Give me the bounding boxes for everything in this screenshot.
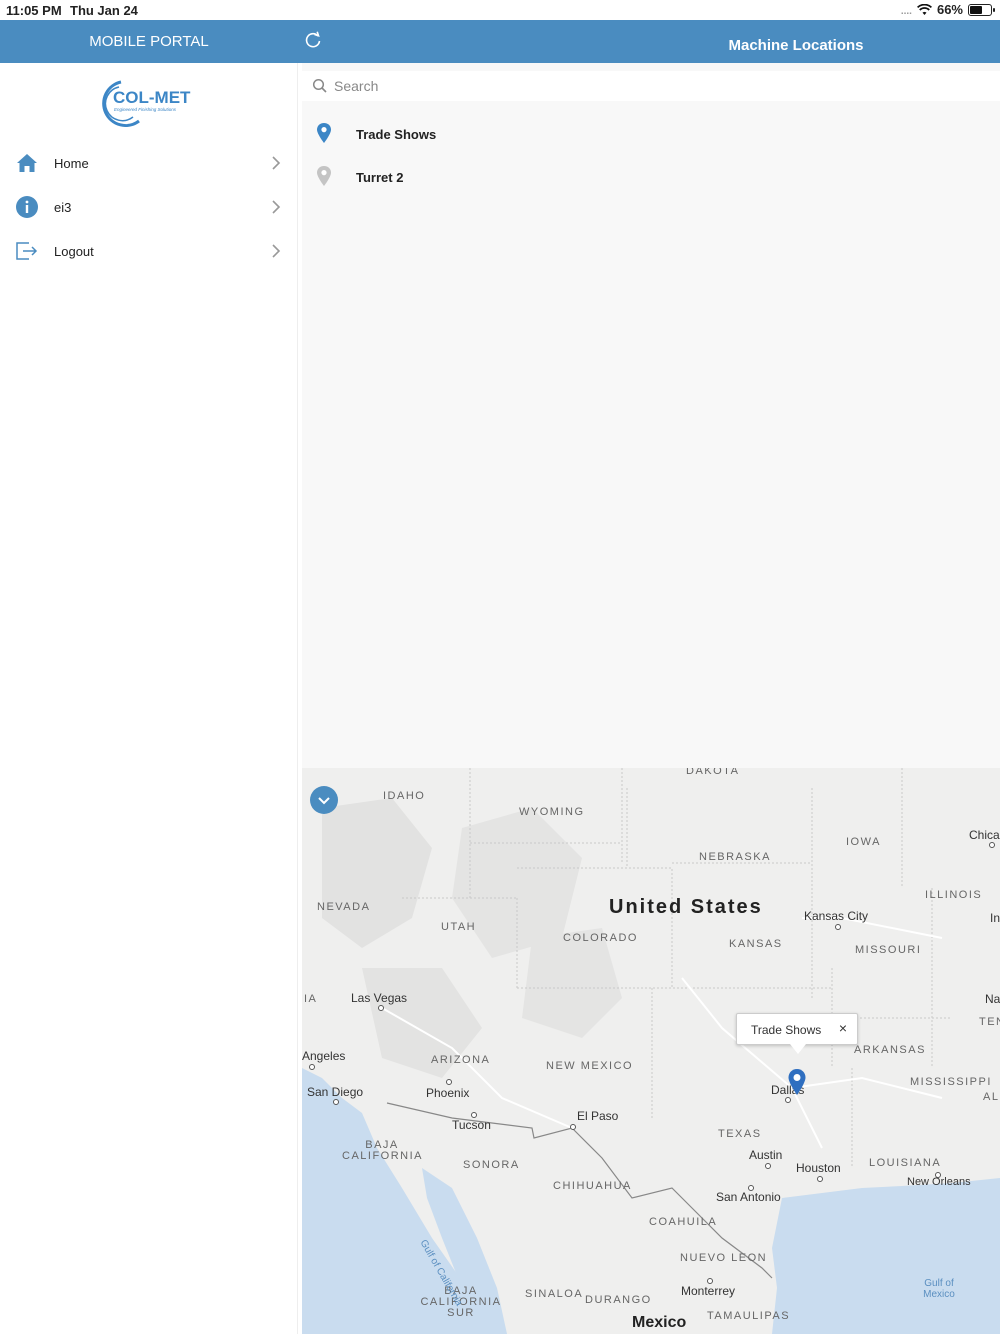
map-label-city: New Orleans — [907, 1176, 971, 1188]
map-label-state: LOUISIANA — [869, 1157, 942, 1169]
menu-item-logout[interactable]: Logout — [0, 229, 298, 273]
map-label-city: Kansas City — [804, 909, 869, 923]
map-label-state: WYOMING — [519, 806, 585, 818]
portal-title: MOBILE PORTAL — [89, 33, 209, 50]
close-icon[interactable]: × — [839, 1020, 847, 1036]
map-label-state: NEBRASKA — [699, 851, 771, 863]
map-label-water: Gulf of Mexico — [923, 1278, 955, 1300]
map-label-state: KANSAS — [729, 938, 783, 950]
search-icon — [312, 78, 327, 93]
map-callout[interactable]: Trade Shows × — [736, 1013, 858, 1054]
battery-percent: 66% — [936, 2, 963, 17]
svg-text:COL-MET: COL-MET — [113, 88, 191, 107]
search-input[interactable] — [334, 75, 934, 97]
status-time: 11:05 PM — [6, 3, 62, 18]
map-label-state: DAKOTA — [686, 768, 740, 777]
map-label-city: Monterrey — [681, 1284, 736, 1298]
map-label-state: SONORA — [463, 1159, 520, 1171]
map-label-state: IOWA — [846, 836, 881, 848]
map-label-city: Chica — [969, 828, 1000, 842]
map-label-state: MISSISSIPPI — [910, 1076, 992, 1088]
collapse-map-button[interactable] — [310, 786, 338, 814]
map-label-state: IA — [304, 993, 318, 1005]
map-label-state: NEW MEXICO — [546, 1060, 634, 1072]
chevron-right-icon — [272, 156, 281, 170]
map-label-city: Tucson — [452, 1118, 491, 1132]
callout-title: Trade Shows — [751, 1023, 822, 1037]
location-name: Turret 2 — [356, 170, 404, 185]
map-view[interactable]: DAKOTA IDAHO WYOMING NEBRASKA IOWA ILLIN… — [302, 768, 1000, 1334]
menu-item-ei3[interactable]: ei3 — [0, 185, 298, 229]
map-label-state: COLORADO — [563, 932, 638, 944]
chevron-down-icon — [318, 797, 330, 805]
map-label-state: CHIHUAHUA — [553, 1180, 632, 1192]
location-item-trade-shows[interactable]: Trade Shows — [302, 114, 1000, 154]
map-label-city: Na — [985, 992, 1000, 1006]
map-label-state: NEVADA — [317, 901, 371, 913]
map-label-city: Las Vegas — [351, 991, 408, 1005]
map-label-city: In — [990, 911, 1000, 925]
map-label-city: Phoenix — [426, 1086, 470, 1100]
refresh-icon[interactable] — [302, 29, 324, 51]
map-label-city: Austin — [749, 1148, 783, 1162]
map-label-state: DURANGO — [585, 1294, 652, 1306]
map-label-state: TEN — [979, 1016, 1000, 1028]
info-icon — [16, 196, 38, 218]
map-label-city: El Paso — [577, 1109, 619, 1123]
nav-bar: MOBILE PORTAL Machine Locations — [0, 20, 1000, 63]
map-label-country: Mexico — [632, 1314, 687, 1331]
battery-icon — [968, 3, 995, 16]
status-right: .... 66% — [900, 2, 995, 17]
map-label-city: Houston — [796, 1161, 841, 1175]
location-name: Trade Shows — [356, 127, 437, 142]
map-label-state: MISSOURI — [855, 944, 922, 956]
search-bar — [302, 71, 1000, 101]
map-label-state: IDAHO — [383, 790, 426, 802]
map-label-state: ARIZONA — [431, 1054, 491, 1066]
map-label-state: SINALOA — [525, 1288, 584, 1300]
map-label-state: TEXAS — [718, 1128, 762, 1140]
menu-item-label: Logout — [54, 244, 94, 259]
map-label-state: UTAH — [441, 921, 477, 933]
map-label-state: ARKANSAS — [854, 1044, 926, 1056]
menu-item-label: Home — [54, 156, 89, 171]
wifi-icon — [916, 3, 932, 15]
locations-panel: Trade Shows Turret 2 — [302, 63, 1000, 768]
map-label-state: ILLINOIS — [925, 889, 983, 901]
map-pin-icon — [317, 123, 331, 143]
menu-item-label: ei3 — [54, 200, 72, 215]
map-label-state: BAJA CALIFORNIA — [342, 1139, 424, 1162]
map-pin-icon — [317, 166, 331, 186]
status-bar: 11:05 PM Thu Jan 24 .... 66% — [0, 0, 1000, 20]
map-label-state: TAMAULIPAS — [707, 1310, 791, 1322]
home-icon — [17, 154, 37, 172]
sidebar: COL-MET Engineered Finishing Solutions H… — [0, 63, 298, 1334]
logout-icon — [16, 242, 38, 260]
col-met-logo: COL-MET Engineered Finishing Solutions — [102, 80, 191, 127]
page-title: Machine Locations — [728, 37, 864, 54]
map-marker-icon[interactable] — [787, 1068, 807, 1096]
map-label-country: United States — [609, 896, 763, 918]
map-label-city: San Antonio — [716, 1190, 781, 1204]
signal-dots: .... — [900, 5, 912, 17]
menu-item-home[interactable]: Home — [0, 141, 298, 185]
status-date: Thu Jan 24 — [70, 3, 138, 18]
map-label-state: AL — [983, 1091, 1000, 1103]
chevron-right-icon — [272, 244, 281, 258]
location-item-turret-2[interactable]: Turret 2 — [302, 157, 1000, 197]
svg-text:Engineered Finishing Solutions: Engineered Finishing Solutions — [114, 107, 177, 112]
chevron-right-icon — [272, 200, 281, 214]
map-label-state: NUEVO LEON — [680, 1252, 768, 1264]
map-label-city: Angeles — [302, 1049, 346, 1063]
map-label-city: San Diego — [307, 1085, 364, 1099]
map-label-state: COAHUILA — [649, 1216, 718, 1228]
